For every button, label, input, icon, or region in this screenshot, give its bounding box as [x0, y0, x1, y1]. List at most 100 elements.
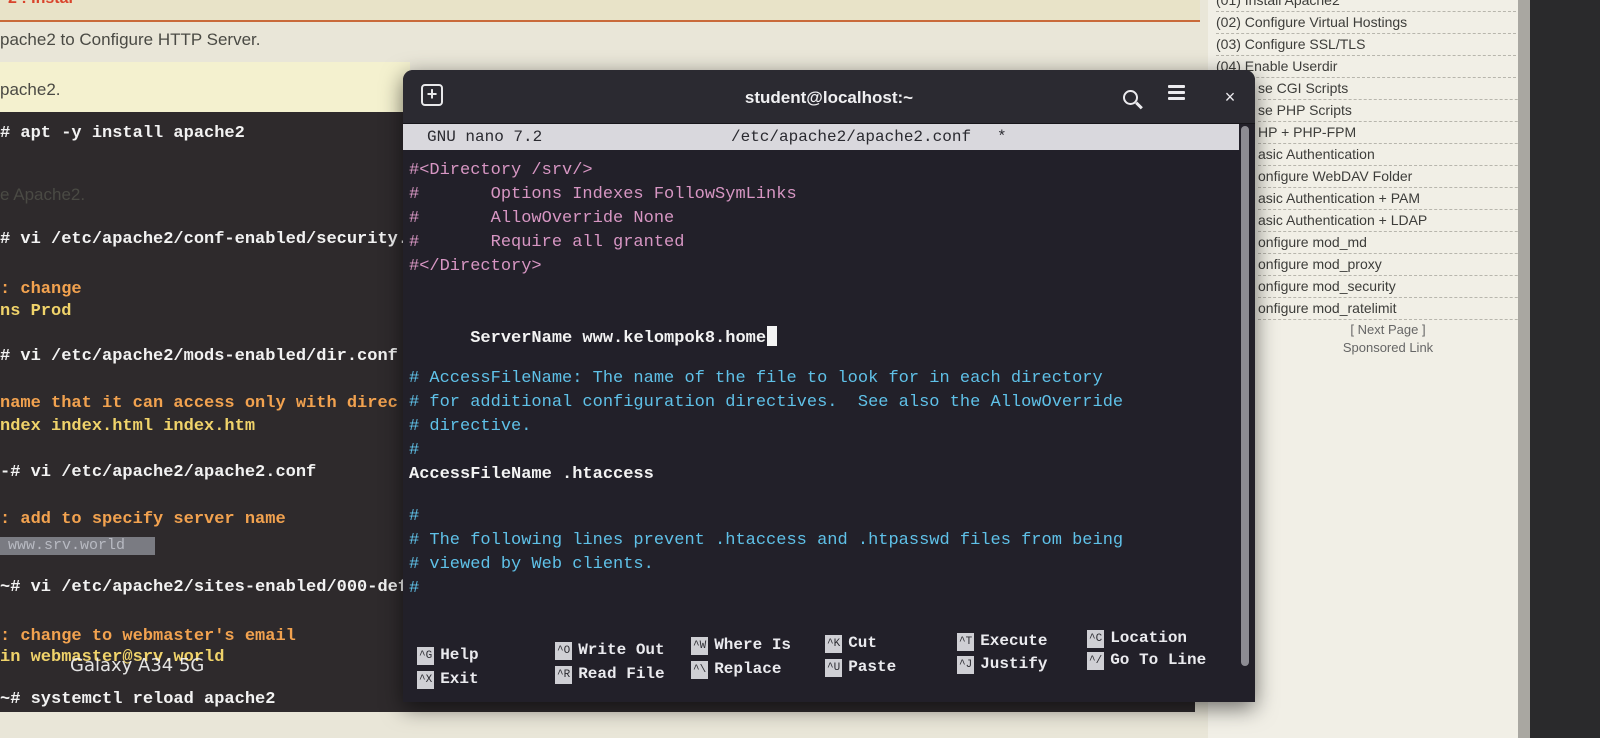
sidebar-link[interactable]: onfigure mod_md	[1258, 232, 1558, 254]
shortcut-label: Write Out	[578, 641, 665, 659]
sponsored-label: Sponsored Link	[1342, 340, 1434, 355]
shortcut-key: ^/	[1087, 652, 1105, 670]
menu-button[interactable]	[1159, 82, 1193, 112]
code-line: : change	[0, 280, 82, 299]
shortcut-label: Execute	[980, 632, 1048, 650]
code-line: -# vi /etc/apache2/apache2.conf	[0, 463, 317, 482]
code-line: ndex index.html index.htm	[0, 417, 256, 436]
shortcut-key: ^C	[1087, 630, 1105, 648]
hamburger-menu-icon	[1167, 82, 1185, 100]
nano-shortcut-bar: ^G Help ^X Exit ^O Write Out ^R Read File ^W…	[403, 629, 1239, 702]
nano-modified-flag: *	[997, 128, 1007, 146]
close-icon: ×	[1224, 87, 1236, 107]
page-heading: 2 : Instal	[8, 0, 73, 8]
code-line: name that it can access only with direc	[0, 394, 398, 413]
shortcut-label: Location	[1110, 629, 1188, 647]
tutorial-text-line: e Apache2.	[0, 185, 86, 204]
sidebar-link[interactable]: onfigure mod_proxy	[1258, 254, 1558, 276]
shortcut-label: Replace	[714, 660, 782, 678]
editor-line: # viewed by Web clients.	[409, 555, 654, 574]
editor-line: # Options Indexes FollowSymLinks	[409, 185, 797, 204]
sidebar-link[interactable]: (04) Enable Userdir	[1216, 56, 1516, 78]
shortcut-label: Justify	[980, 655, 1048, 673]
code-line: : add to specify server name	[0, 510, 286, 529]
editor-line: AccessFileName .htaccess	[409, 465, 654, 484]
editor-line: # The following lines prevent .htaccess …	[409, 531, 1124, 550]
text-cursor	[767, 326, 778, 346]
shortcut-replace[interactable]: ^\ Replace	[691, 660, 781, 679]
shortcut-label: Cut	[848, 634, 878, 652]
shortcut-cut[interactable]: ^K Cut	[825, 634, 877, 653]
sidebar-link[interactable]: onfigure mod_ratelimit	[1258, 298, 1558, 320]
shortcut-key: ^U	[825, 659, 843, 677]
shortcut-execute[interactable]: ^T Execute	[957, 632, 1047, 651]
close-button[interactable]: ×	[1213, 82, 1247, 112]
page-heading-strip: 2 : Instal	[0, 0, 1200, 22]
sidebar-link[interactable]: onfigure mod_security	[1258, 276, 1558, 298]
sidebar-link[interactable]: onfigure WebDAV Folder	[1258, 166, 1558, 188]
code-line: ~# systemctl reload apache2	[0, 690, 276, 709]
shortcut-key: ^\	[691, 661, 709, 679]
editor-line: #	[409, 441, 420, 460]
sidebar-link[interactable]: asic Authentication	[1258, 144, 1558, 166]
shortcut-where-is[interactable]: ^W Where Is	[691, 636, 791, 655]
code-line: ~# vi /etc/apache2/sites-enabled/000-def…	[0, 578, 419, 597]
sidebar-link[interactable]: (02) Configure Virtual Hostings	[1216, 12, 1516, 34]
shortcut-location[interactable]: ^C Location	[1087, 629, 1187, 648]
server-name-directive: ServerName www.kelompok8.home	[470, 329, 767, 348]
shortcut-read-file[interactable]: ^R Read File	[555, 665, 665, 684]
sidebar-link[interactable]: se CGI Scripts	[1258, 78, 1558, 100]
nano-filename: /etc/apache2/apache2.conf	[731, 128, 972, 146]
shortcut-key: ^X	[417, 671, 435, 689]
nano-editor[interactable]: #<Directory /srv/> # Options Indexes Fol…	[403, 154, 1239, 632]
shortcut-key: ^G	[417, 647, 435, 665]
shortcut-help[interactable]: ^G Help	[417, 646, 479, 665]
sidebar-link[interactable]: se PHP Scripts	[1258, 100, 1558, 122]
sidebar-link[interactable]: (01) Install Apache2	[1216, 0, 1516, 12]
shortcut-exit[interactable]: ^X Exit	[417, 670, 479, 689]
shortcut-key: ^T	[957, 633, 975, 651]
editor-line: #	[409, 507, 420, 526]
editor-line: # directive.	[409, 417, 532, 436]
nano-version: GNU nano 7.2	[427, 128, 543, 146]
shortcut-label: Exit	[440, 670, 479, 688]
shortcut-paste[interactable]: ^U Paste	[825, 658, 896, 677]
editor-line: #	[409, 579, 420, 598]
shortcut-go-to-line[interactable]: ^/ Go To Line	[1087, 651, 1206, 670]
code-line: ns Prod	[0, 302, 72, 321]
sidebar-link[interactable]: (03) Configure SSL/TLS	[1216, 34, 1516, 56]
search-button[interactable]	[1113, 82, 1147, 112]
shortcut-label: Go To Line	[1110, 651, 1207, 669]
editor-line: # Require all granted	[409, 233, 685, 252]
terminal-titlebar[interactable]: + student@localhost:~ ×	[403, 70, 1255, 124]
shortcut-label: Paste	[848, 658, 897, 676]
sidebar-link[interactable]: asic Authentication + LDAP	[1258, 210, 1558, 232]
shortcut-label: Help	[440, 646, 479, 664]
code-line: # apt -y install apache2	[0, 124, 245, 143]
editor-line: # for additional configuration directive…	[409, 393, 1124, 412]
shortcut-label: Read File	[578, 665, 665, 683]
shortcut-write-out[interactable]: ^O Write Out	[555, 641, 665, 660]
terminal-scrollbar[interactable]	[1241, 126, 1249, 666]
editor-line-cursor: ServerName www.kelompok8.home	[409, 304, 778, 348]
terminal-window[interactable]: + student@localhost:~ × GNU nano 7.2 /et…	[403, 70, 1255, 702]
shortcut-key: ^K	[825, 635, 843, 653]
shortcut-label: Where Is	[714, 636, 792, 654]
info-bar	[0, 62, 410, 114]
shortcut-key: ^J	[957, 656, 975, 674]
code-line: : change to webmaster's email	[0, 627, 296, 646]
highlighted-server-name: www.srv.world	[0, 537, 155, 555]
search-icon	[1122, 90, 1138, 105]
shortcut-justify[interactable]: ^J Justify	[957, 655, 1047, 674]
editor-line: # AccessFileName: The name of the file t…	[409, 369, 1103, 388]
shortcut-key: ^W	[691, 637, 709, 655]
tutorial-sidebar: (01) Install Apache2 (02) Configure Virt…	[1208, 0, 1558, 738]
editor-line: #</Directory>	[409, 257, 542, 276]
tutorial-text-line: pache2.	[0, 80, 61, 99]
tutorial-text-line: pache2 to Configure HTTP Server.	[0, 30, 261, 49]
code-line: # vi /etc/apache2/conf-enabled/security.	[0, 230, 409, 249]
sidebar-link[interactable]: HP + PHP-FPM	[1258, 122, 1558, 144]
sidebar-link[interactable]: asic Authentication + PAM	[1258, 188, 1558, 210]
editor-line: #<Directory /srv/>	[409, 161, 593, 180]
nano-header: GNU nano 7.2 /etc/apache2/apache2.conf *	[403, 124, 1239, 150]
